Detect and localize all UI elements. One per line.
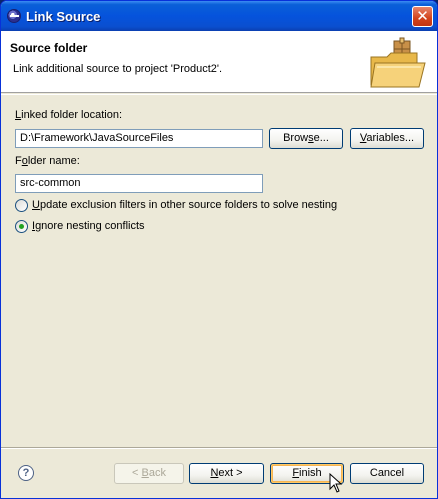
folder-name-input[interactable]: src-common <box>15 174 263 193</box>
page-title: Source folder <box>10 41 88 55</box>
radio-update-exclusion[interactable] <box>15 198 28 212</box>
radio-ignore-nesting[interactable] <box>15 219 28 233</box>
folder-name-label: Folder name: <box>15 155 80 167</box>
link-source-dialog: Link Source ✕ Source folder Link additio… <box>0 0 438 499</box>
variables-button[interactable]: Variables... <box>350 128 424 149</box>
help-icon[interactable]: ? <box>18 465 34 481</box>
next-button[interactable]: Next > <box>189 463 264 484</box>
page-description: Link additional source to project 'Produ… <box>13 63 223 75</box>
back-button[interactable]: < Back <box>114 463 184 484</box>
option-update-exclusion-label: Update exclusion filters in other source… <box>32 199 338 211</box>
browse-button[interactable]: Browse... <box>269 128 343 149</box>
eclipse-icon <box>7 9 21 23</box>
header-separator <box>1 94 437 95</box>
folder-package-icon <box>370 37 426 88</box>
footer-separator-highlight <box>1 448 437 449</box>
mouse-cursor-icon <box>329 473 343 493</box>
close-icon: ✕ <box>416 7 429 25</box>
close-button[interactable]: ✕ <box>412 6 433 27</box>
window-title: Link Source <box>26 9 101 24</box>
title-bar[interactable]: Link Source ✕ <box>1 1 437 31</box>
linked-folder-label: Linked folder location: <box>15 109 123 121</box>
linked-folder-input[interactable]: D:\Framework\JavaSourceFiles <box>15 129 263 148</box>
cancel-button[interactable]: Cancel <box>350 463 424 484</box>
option-ignore-nesting[interactable]: Ignore nesting conflicts <box>15 218 145 234</box>
option-update-exclusion[interactable]: Update exclusion filters in other source… <box>15 197 337 213</box>
wizard-header: Source folder Link additional source to … <box>1 31 437 93</box>
option-ignore-nesting-label: Ignore nesting conflicts <box>32 220 145 232</box>
